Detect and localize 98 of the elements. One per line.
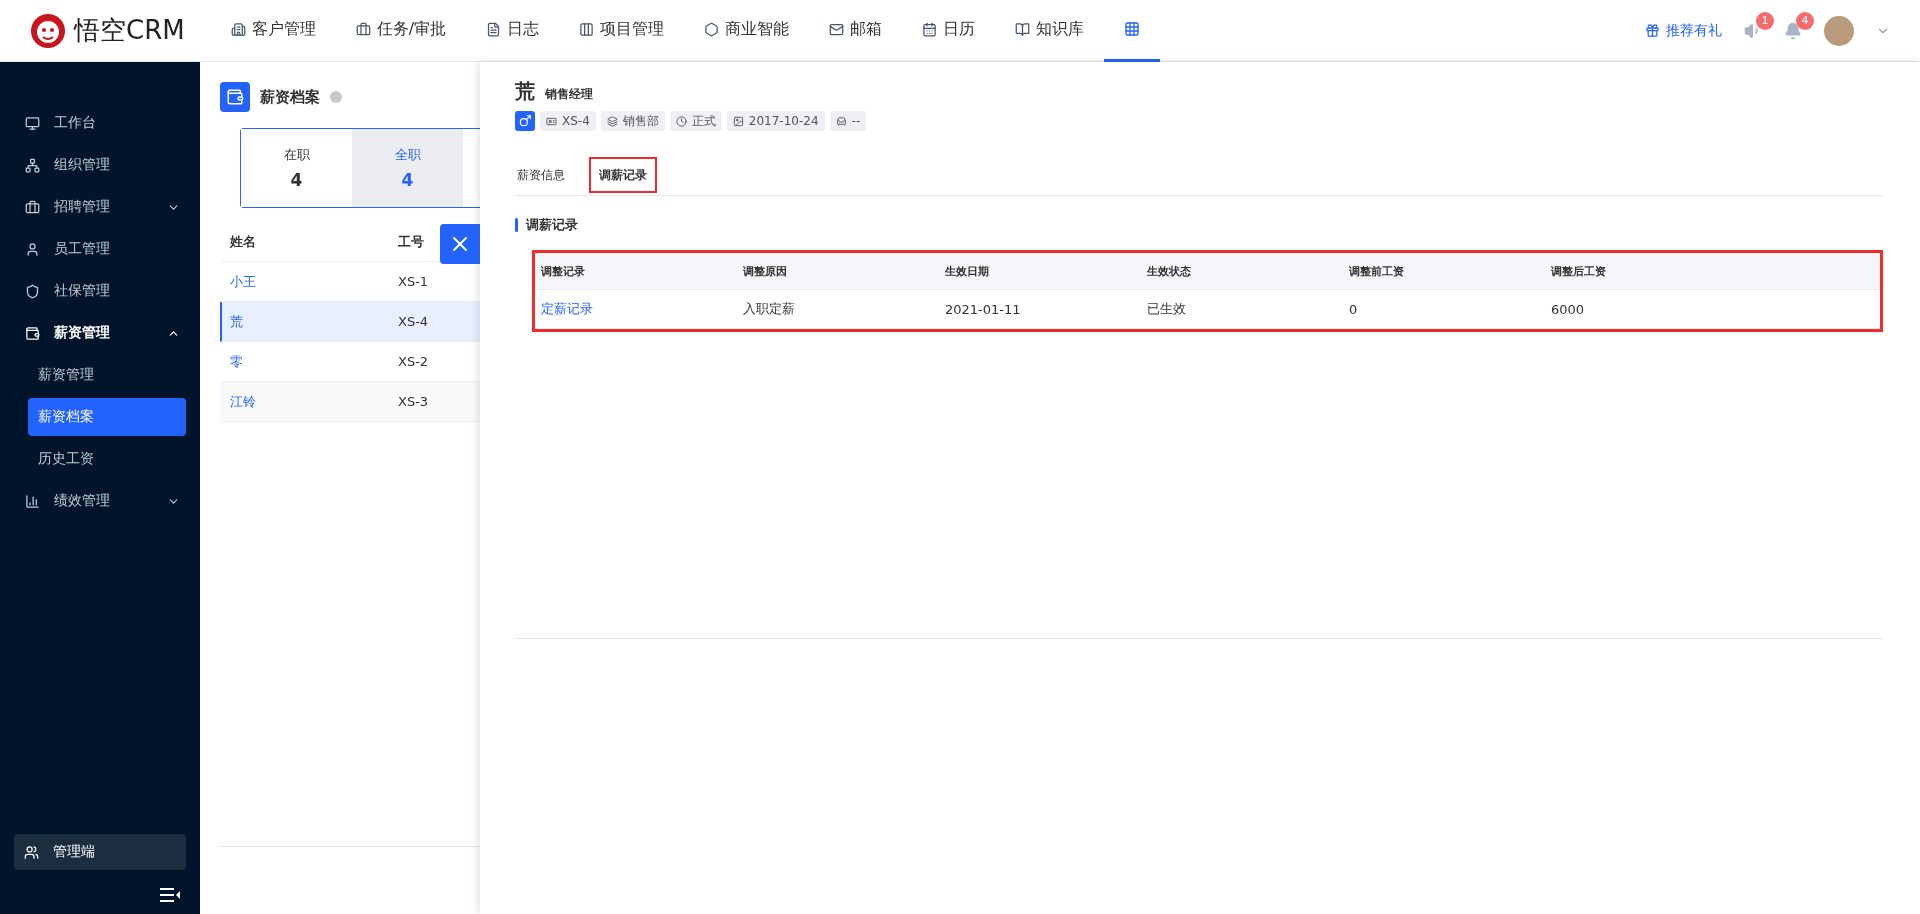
info-tag: -- bbox=[829, 111, 867, 131]
bar-chart-icon bbox=[25, 493, 40, 509]
male-icon bbox=[515, 111, 535, 131]
avatar[interactable] bbox=[1824, 15, 1854, 46]
wallet-icon bbox=[220, 82, 250, 112]
info-tag: 销售部 bbox=[600, 111, 665, 131]
info-tag: 2017-10-24 bbox=[726, 111, 825, 131]
table-cell-text: XS-3 bbox=[397, 394, 429, 409]
sidebar-label: 薪资管理 bbox=[54, 324, 111, 342]
table-row[interactable]: 荒 XS-4 bbox=[220, 302, 480, 342]
info-tag: XS-4 bbox=[540, 111, 596, 131]
sidebar-label: 绩效管理 bbox=[54, 492, 111, 510]
column-header: 生效日期 bbox=[944, 263, 990, 279]
nav-tab[interactable]: 日志 bbox=[466, 0, 560, 62]
table-cell-text: 6000 bbox=[1550, 301, 1586, 317]
tab[interactable]: 薪资信息 bbox=[507, 157, 575, 193]
book-icon bbox=[1015, 21, 1031, 37]
sidebar-subitem[interactable]: 历史工资 bbox=[28, 440, 186, 478]
column-header: 调整前工资 bbox=[1348, 263, 1405, 279]
section-marker bbox=[515, 218, 518, 232]
column-header: 工号 bbox=[397, 232, 424, 251]
employee-name-link[interactable]: 江铃 bbox=[222, 392, 390, 411]
grid-icon bbox=[1124, 21, 1141, 37]
table-cell-text: 2021-01-11 bbox=[944, 301, 1022, 317]
sidebar-item[interactable]: 员工管理 bbox=[0, 228, 200, 270]
referral-link[interactable]: 推荐有礼 bbox=[1645, 21, 1722, 40]
shield-icon bbox=[25, 283, 40, 299]
position-label: 销售经理 bbox=[545, 86, 593, 103]
sidebar-subitem[interactable]: 薪资档案 bbox=[28, 398, 186, 436]
table-cell-text: 入职定薪 bbox=[742, 300, 796, 318]
columns-icon bbox=[579, 21, 595, 37]
sidebar-label: 组织管理 bbox=[54, 156, 111, 174]
logo-text: 悟空CRM bbox=[74, 14, 185, 47]
column-header: 调整记录 bbox=[540, 263, 586, 279]
seat-icon bbox=[835, 115, 847, 127]
nav-tab[interactable]: 项目管理 bbox=[559, 0, 685, 62]
sidebar-subitem[interactable]: 薪资管理 bbox=[28, 356, 186, 394]
envelope-icon bbox=[829, 21, 845, 37]
monkey-logo-icon bbox=[30, 12, 66, 49]
column-header: 生效状态 bbox=[1146, 263, 1192, 279]
sidebar-label: 员工管理 bbox=[54, 240, 111, 258]
nav-tab[interactable]: 知识库 bbox=[995, 0, 1105, 62]
gift-icon bbox=[1645, 23, 1660, 38]
close-button[interactable] bbox=[440, 224, 480, 264]
nav-tab[interactable]: 日历 bbox=[902, 0, 996, 62]
count-badge: 4 bbox=[1796, 11, 1814, 30]
document-icon bbox=[486, 21, 502, 37]
table-cell-text: XS-1 bbox=[397, 274, 429, 289]
calendar-icon bbox=[922, 21, 938, 37]
wallet-icon bbox=[25, 325, 40, 341]
clock-icon bbox=[675, 115, 687, 127]
employee-name-link[interactable]: 零 bbox=[222, 352, 390, 371]
person-icon bbox=[25, 241, 40, 257]
table-cell-text: XS-4 bbox=[397, 314, 429, 329]
column-header: 调整原因 bbox=[742, 263, 788, 279]
tab[interactable]: 调薪记录 bbox=[589, 157, 657, 193]
employee-name-link[interactable]: 小王 bbox=[222, 272, 390, 291]
employee-name: 荒 bbox=[515, 78, 535, 105]
image-icon bbox=[732, 115, 744, 127]
nav-tab[interactable]: 商业智能 bbox=[684, 0, 810, 62]
sidebar-item[interactable]: 招聘管理 bbox=[0, 186, 200, 228]
sidebar-label: 招聘管理 bbox=[54, 198, 111, 216]
table-cell-text: XS-2 bbox=[397, 354, 429, 369]
sidebar-item[interactable]: 绩效管理 bbox=[0, 480, 200, 522]
column-header: 调整后工资 bbox=[1550, 263, 1607, 279]
users-icon bbox=[24, 844, 39, 860]
briefcase-icon bbox=[25, 199, 40, 215]
layers-icon bbox=[606, 115, 618, 127]
employee-name-link[interactable]: 荒 bbox=[222, 312, 390, 331]
nav-tab[interactable]: 邮箱 bbox=[809, 0, 903, 62]
sidebar-item[interactable]: 组织管理 bbox=[0, 144, 200, 186]
monitor-icon bbox=[25, 115, 40, 131]
table-cell-text: 已生效 bbox=[1146, 300, 1187, 318]
record-link[interactable]: 定薪记录 bbox=[535, 300, 737, 318]
stat-filter[interactable]: 全职 4 bbox=[352, 129, 463, 207]
table-cell-text: 0 bbox=[1348, 301, 1359, 317]
nav-tab[interactable]: 客户管理 bbox=[210, 0, 336, 62]
briefcase-icon bbox=[355, 21, 371, 37]
section-title: 调薪记录 bbox=[526, 216, 578, 234]
id-card-icon bbox=[546, 115, 557, 127]
collapse-menu-icon[interactable] bbox=[160, 888, 180, 902]
page-title: 薪资档案 bbox=[260, 87, 320, 107]
sidebar-label: 工作台 bbox=[54, 114, 97, 132]
bell-icon[interactable] bbox=[1784, 21, 1802, 40]
sidebar-item[interactable]: 工作台 bbox=[0, 102, 200, 144]
hexagon-icon bbox=[704, 21, 720, 37]
admin-button[interactable]: 管理端 bbox=[14, 834, 186, 870]
info-tag: 正式 bbox=[669, 111, 722, 131]
count-badge: 1 bbox=[1756, 11, 1774, 30]
building-icon bbox=[230, 21, 246, 37]
nav-tab[interactable]: 任务/审批 bbox=[335, 0, 467, 62]
sidebar-label: 社保管理 bbox=[54, 282, 111, 300]
table-row[interactable]: 江铃 XS-3 bbox=[220, 382, 480, 422]
status-dot bbox=[330, 91, 342, 103]
hierarchy-icon bbox=[25, 157, 40, 173]
column-header: 姓名 bbox=[229, 232, 257, 251]
sidebar-item[interactable]: 薪资管理 bbox=[0, 312, 200, 354]
sidebar-item[interactable]: 社保管理 bbox=[0, 270, 200, 312]
